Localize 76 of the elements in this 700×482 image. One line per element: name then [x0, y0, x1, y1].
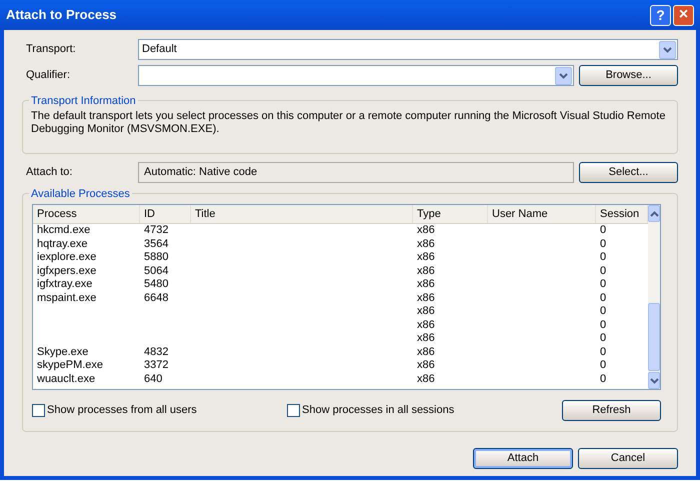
- group-title: Transport Information: [29, 93, 138, 110]
- table-cell-text: hkcmd.exe: [36, 224, 92, 238]
- table-cell-text: 0: [599, 224, 608, 238]
- table-cell-text: 0: [599, 238, 608, 251]
- dialog-button[interactable]: Cancel: [578, 448, 678, 469]
- info-text: The default transport lets you select processes on this computer or a remote computer running the Microsoft Visual Studio Remote Debugging Monitor (MSVSMON.EXE).: [31, 110, 666, 136]
- column-header[interactable]: Type: [413, 205, 488, 223]
- checkbox-label[interactable]: Show processes from all users: [47, 402, 197, 419]
- column-header[interactable]: ID: [140, 205, 191, 223]
- table-cell-text: 0: [599, 305, 608, 318]
- table-cell-text: hqtray.exe: [36, 238, 89, 251]
- scroll-thumb[interactable]: [648, 303, 660, 371]
- window-title: Attach to Process: [6, 6, 118, 24]
- checkbox[interactable]: [287, 404, 300, 417]
- table-cell-text: iexplore.exe: [36, 251, 98, 264]
- dropdown-button[interactable]: [659, 40, 676, 58]
- table-cell-text: x86: [416, 372, 436, 386]
- scroll-down-button[interactable]: [648, 372, 660, 389]
- table-cell-text: x86: [416, 224, 436, 238]
- table-cell-text: 4732: [143, 224, 170, 238]
- scroll-up-button[interactable]: [648, 205, 660, 222]
- table-cell-text: x86: [416, 278, 436, 292]
- table-cell-text: igfxtray.exe: [36, 278, 94, 292]
- select-button[interactable]: Select...: [579, 162, 678, 183]
- field-label: Attach to:: [25, 165, 74, 180]
- field-label: Qualifier:: [25, 68, 72, 84]
- table-cell-text: 0: [599, 346, 608, 359]
- caret-icon: [559, 72, 568, 78]
- column-header[interactable]: Process: [33, 205, 140, 223]
- dropdown-button[interactable]: [555, 66, 572, 84]
- table-cell-text: 0: [599, 292, 608, 305]
- table-cell-text: x86: [416, 251, 436, 264]
- table-cell-text: x86: [416, 305, 436, 318]
- attach-to-field: Automatic: Native code: [138, 162, 574, 183]
- table-cell-text: 3372: [143, 359, 170, 372]
- refresh-button[interactable]: Refresh: [562, 400, 661, 421]
- transport-dropdown[interactable]: Default: [138, 39, 678, 60]
- table-cell-text: x86: [416, 318, 436, 332]
- field-label: Transport:: [25, 42, 77, 58]
- scrollbar[interactable]: [648, 205, 660, 389]
- table-cell-text: 0: [599, 332, 608, 346]
- table-cell-text: 0: [599, 318, 608, 332]
- table-cell-text: 0: [599, 251, 608, 264]
- browse-button[interactable]: Browse...: [579, 65, 678, 86]
- dialog-button[interactable]: Attach: [473, 448, 573, 469]
- table-cell-text: 6648: [143, 292, 170, 305]
- table-cell-text: 0: [599, 264, 608, 278]
- table-cell-text: Skype.exe: [36, 346, 90, 359]
- checkbox-label[interactable]: Show processes in all sessions: [302, 402, 454, 419]
- table-cell-text: mspaint.exe: [36, 292, 98, 305]
- table-cell-text: wuauclt.exe: [36, 372, 96, 386]
- table-cell-text: 5064: [143, 264, 170, 278]
- table-cell-text: 4832: [143, 346, 170, 359]
- table-cell-text: igfxpers.exe: [36, 264, 98, 278]
- table-cell-text: 5480: [143, 278, 170, 292]
- table-cell-text: skypePM.exe: [36, 359, 104, 372]
- table-cell-text: 3564: [143, 238, 170, 251]
- table-cell-text: x86: [416, 346, 436, 359]
- table-cell-text: x86: [416, 332, 436, 346]
- table-cell-text: 5880: [143, 251, 170, 264]
- table-cell-text: 0: [599, 278, 608, 292]
- column-header[interactable]: Title: [191, 205, 413, 223]
- table-cell-text: x86: [416, 292, 436, 305]
- help-button[interactable]: ?: [650, 4, 671, 26]
- checkbox[interactable]: [32, 404, 45, 417]
- table-cell-text: 0: [599, 372, 608, 386]
- close-button[interactable]: ×: [673, 4, 694, 26]
- table-cell-text: 640: [143, 372, 164, 386]
- table-cell-text: x86: [416, 359, 436, 372]
- caret-icon: [663, 46, 672, 52]
- qualifier-dropdown[interactable]: [138, 65, 574, 86]
- field-value: Default: [142, 42, 178, 58]
- column-header[interactable]: User Name: [488, 205, 596, 223]
- table-cell-text: x86: [416, 264, 436, 278]
- table-cell-text: 0: [599, 359, 608, 372]
- table-cell-text: x86: [416, 238, 436, 251]
